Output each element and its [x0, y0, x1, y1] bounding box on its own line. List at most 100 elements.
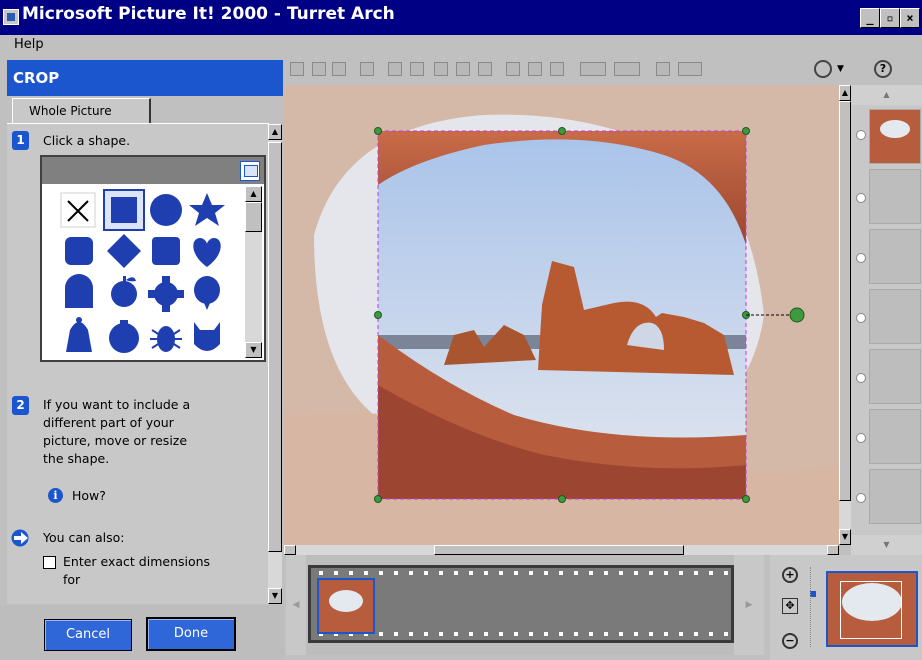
help-icon[interactable]: ? [874, 60, 892, 78]
undo-icon[interactable] [580, 62, 606, 76]
crop-handle-tr [742, 127, 750, 135]
save-icon[interactable] [332, 62, 346, 76]
shape-star[interactable] [189, 193, 225, 226]
film-perforation [724, 571, 728, 575]
preview-thumbnail [826, 571, 918, 647]
restore-button[interactable]: ▫ [880, 8, 900, 28]
shape-balloon[interactable] [194, 276, 220, 310]
shape-heart[interactable] [193, 238, 221, 267]
zoom-in-icon[interactable]: + [782, 567, 798, 583]
minimize-button[interactable]: _ [860, 8, 880, 28]
stack-scroll-up[interactable]: ▲ [851, 85, 922, 105]
stack-icon[interactable] [678, 62, 702, 76]
menu-help[interactable]: Help [14, 37, 44, 52]
stack-slot-5[interactable] [869, 349, 921, 404]
zoom-slider[interactable] [810, 567, 815, 647]
stack-thumbnail-1[interactable] [869, 109, 921, 164]
shape-bug[interactable] [150, 326, 182, 352]
delete-icon[interactable] [478, 62, 492, 76]
print-icon[interactable] [388, 62, 402, 76]
copy-icon[interactable] [528, 62, 542, 76]
fit-to-window-icon[interactable]: ✥ [782, 598, 798, 614]
canvas-hscrollbar[interactable] [284, 545, 839, 555]
film-perforation [424, 571, 428, 575]
stack-radio-4[interactable] [856, 313, 866, 323]
stack-radio-6[interactable] [856, 433, 866, 443]
shape-bell[interactable] [66, 317, 92, 352]
rotate-icon[interactable] [814, 60, 832, 78]
stack-slot-4[interactable] [869, 289, 921, 344]
shape-apple[interactable] [111, 276, 137, 307]
stack-radio-5[interactable] [856, 373, 866, 383]
shape-rounded-square[interactable] [65, 237, 93, 265]
shape-gallery-header [42, 157, 264, 184]
crop-handle-left [374, 311, 382, 319]
canvas-hthumb[interactable] [434, 545, 684, 555]
paste-icon[interactable] [550, 62, 564, 76]
filmstrip-thumbnail[interactable] [317, 578, 375, 634]
stack-radio-1[interactable] [856, 130, 866, 140]
canvas-vthumb[interactable] [839, 101, 851, 501]
scan-icon[interactable] [434, 62, 448, 76]
text-icon[interactable] [656, 62, 670, 76]
gallery-scrollbar[interactable]: ▲ ▼ [245, 186, 262, 358]
stack-radio-3[interactable] [856, 253, 866, 263]
tab-whole-picture[interactable]: Whole Picture [12, 98, 151, 124]
shape-circle[interactable] [150, 194, 182, 226]
close-button[interactable]: × [900, 8, 920, 28]
shape-arch[interactable] [65, 274, 93, 308]
redo-icon[interactable] [614, 62, 640, 76]
shape-shield[interactable] [109, 320, 139, 353]
film-perforation [319, 571, 323, 575]
info-icon[interactable]: i [48, 488, 63, 503]
app-icon[interactable] [3, 9, 19, 25]
stack-slot-3[interactable] [869, 229, 921, 284]
chevron-down-icon[interactable]: ▼ [837, 64, 844, 74]
cut-icon[interactable] [506, 62, 520, 76]
filmstrip-scroll-right[interactable]: ▶ [734, 555, 764, 655]
shape-rounded-square-2[interactable] [152, 237, 180, 265]
zoom-panel: + ✥ − [770, 555, 922, 660]
find-icon[interactable] [410, 62, 424, 76]
exact-dimensions-label[interactable]: Enter exact dimensions for [63, 553, 210, 589]
shape-square[interactable] [103, 189, 145, 231]
stack-slot-2[interactable] [869, 169, 921, 224]
shape-diamond[interactable] [107, 234, 141, 268]
film-perforation [574, 571, 578, 575]
scroll-up-button[interactable]: ▲ [268, 124, 282, 140]
canvas-scroll-right[interactable] [827, 545, 839, 555]
film-strip: ◀ ▶ [286, 555, 764, 655]
stack-scroll-down[interactable]: ▼ [851, 535, 922, 555]
scroll-thumb[interactable] [268, 142, 282, 552]
film-perforation [544, 632, 548, 636]
done-button[interactable]: Done [146, 617, 236, 651]
open-icon[interactable] [312, 62, 326, 76]
shape-gear[interactable] [148, 276, 184, 312]
panel-scrollbar[interactable]: ▲ ▼ [268, 124, 282, 604]
new-icon[interactable] [290, 62, 304, 76]
cancel-button[interactable]: Cancel [44, 619, 132, 651]
canvas-scroll-up[interactable]: ▲ [839, 85, 851, 101]
shape-cat[interactable] [194, 322, 220, 351]
stack-radio-2[interactable] [856, 193, 866, 203]
zoom-out-icon[interactable]: − [782, 633, 798, 649]
stack-radio-7[interactable] [856, 493, 866, 503]
gallery-scroll-thumb[interactable] [245, 202, 262, 232]
gallery-scroll-up[interactable]: ▲ [245, 186, 262, 202]
canvas-vscrollbar[interactable]: ▲ ▼ [839, 85, 851, 545]
stack-slot-6[interactable] [869, 409, 921, 464]
canvas-scroll-down[interactable]: ▼ [839, 529, 851, 545]
how-link[interactable]: How? [72, 487, 106, 505]
film-perforation [514, 632, 518, 636]
stack-slot-7[interactable] [869, 469, 921, 524]
gallery-scroll-down[interactable]: ▼ [245, 342, 262, 358]
email-icon[interactable] [360, 62, 374, 76]
scroll-down-button[interactable]: ▼ [268, 588, 282, 604]
expand-gallery-button[interactable] [240, 161, 260, 181]
shape-x[interactable] [60, 192, 96, 228]
photo-canvas[interactable] [284, 85, 839, 545]
canvas-scroll-left[interactable] [284, 545, 296, 555]
filmstrip-scroll-left[interactable]: ◀ [286, 555, 306, 655]
camera-icon[interactable] [456, 62, 470, 76]
exact-dimensions-checkbox[interactable] [43, 556, 56, 569]
